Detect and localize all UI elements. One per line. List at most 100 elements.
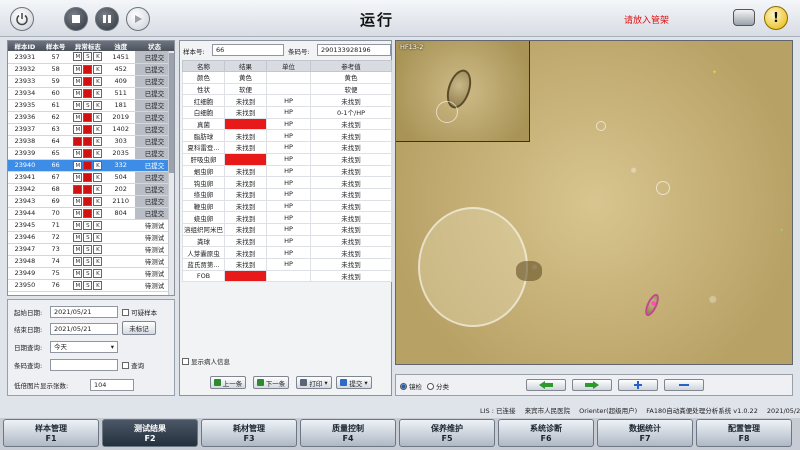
warning-icon[interactable]: ! — [764, 6, 788, 30]
table-row[interactable]: 23932 58 M S K 452 已提交 — [8, 63, 174, 76]
result-value-cell[interactable]: 未找到 — [224, 246, 267, 259]
end-date-input[interactable]: 2021/05/21 — [50, 323, 118, 335]
result-value-cell[interactable]: 黄色 — [224, 71, 267, 84]
scrollbar-thumb[interactable] — [169, 53, 174, 173]
start-button[interactable] — [126, 7, 150, 31]
table-row[interactable]: FOB 未找到 — [182, 269, 392, 283]
nav-tab-f5[interactable]: 保养维护 F5 — [399, 419, 495, 447]
col-header-sample-id[interactable]: 样本ID — [8, 41, 42, 51]
result-value-cell[interactable]: 未找到 — [224, 106, 267, 119]
table-row[interactable]: 23933 59 M S K 409 已提交 — [8, 75, 174, 88]
table-row[interactable]: 肝吸虫卵 HP 未找到 — [182, 152, 392, 166]
nav-tab-f8[interactable]: 配置管理 F8 — [696, 419, 792, 447]
zoom-in-button[interactable] — [618, 379, 658, 391]
table-row[interactable]: 23941 67 M S K 504 已提交 — [8, 171, 174, 184]
nav-tab-f7[interactable]: 数据统计 F7 — [597, 419, 693, 447]
unmarked-button[interactable]: 未标记 — [122, 321, 156, 335]
result-value-cell[interactable]: 未找到 — [224, 164, 267, 178]
table-row[interactable]: 钩虫卵 未找到 HP 未找到 — [182, 176, 392, 189]
table-row[interactable]: 23934 60 M S K 511 已提交 — [8, 87, 174, 100]
nav-tab-f3[interactable]: 耗材管理 F3 — [201, 419, 297, 447]
power-button[interactable] — [10, 7, 34, 31]
submit-button[interactable]: 提交 ▾ — [336, 376, 372, 389]
table-row[interactable]: 红细胞 未找到 HP 未找到 — [182, 94, 392, 108]
result-value-cell[interactable]: 未找到 — [224, 94, 267, 108]
result-value-cell[interactable]: 未找到 — [224, 258, 267, 271]
mode-class-radio[interactable] — [427, 382, 434, 390]
next-button[interactable]: 下一条 — [253, 376, 289, 389]
table-row[interactable]: 23945 71 M S K 待测试 — [8, 219, 174, 232]
print-button[interactable]: 打印 ▾ — [296, 376, 332, 389]
barcode-query-input[interactable] — [50, 359, 118, 371]
barcode-input[interactable]: 290133928196 — [317, 44, 391, 56]
col-header-sample-no[interactable]: 样本号 — [41, 41, 70, 51]
microscope-image-view[interactable]: HF13-2 ✦ ✦ ● — [395, 40, 793, 365]
date-query-select[interactable]: 今天 ▾ — [50, 341, 118, 353]
query-checkbox-row[interactable]: 查询 — [122, 359, 144, 371]
result-value-cell[interactable]: 未找到 — [224, 129, 267, 143]
table-row[interactable]: 23938 64 M S K 303 已提交 — [8, 135, 174, 148]
table-row[interactable]: 23943 69 M S K 2110 已提交 — [8, 195, 174, 208]
table-row[interactable]: 蓝氏贾第... 未找到 HP 未找到 — [182, 258, 392, 271]
table-row[interactable]: 23942 68 M S K 202 已提交 — [8, 183, 174, 196]
table-row[interactable]: 23947 73 M S K 待测试 — [8, 243, 174, 256]
result-value-cell[interactable]: 软便 — [224, 82, 267, 96]
result-value-cell[interactable] — [224, 269, 267, 283]
show-patient-checkbox[interactable] — [182, 357, 189, 365]
pause-button[interactable] — [95, 7, 119, 31]
zoom-inset[interactable]: HF13-2 — [396, 41, 530, 142]
min-count-input[interactable]: 104 — [90, 379, 134, 391]
table-row[interactable]: 性状 软便 软便 — [182, 82, 392, 96]
sample-list-scrollbar[interactable] — [168, 51, 174, 295]
zoom-out-button[interactable] — [664, 379, 704, 391]
table-row[interactable]: 脂肪球 未找到 HP 未找到 — [182, 129, 392, 143]
result-value-cell[interactable]: 未找到 — [224, 211, 267, 224]
next-image-button[interactable] — [572, 379, 612, 391]
col-header-status[interactable]: 状态 — [135, 41, 174, 51]
result-value-cell[interactable]: 未找到 — [224, 234, 267, 248]
show-patient-row[interactable]: 显示病人信息 — [182, 356, 230, 366]
result-value-cell[interactable] — [224, 152, 267, 166]
nav-tab-f4[interactable]: 质量控制 F4 — [300, 419, 396, 447]
result-value-cell[interactable]: 未找到 — [224, 176, 267, 189]
start-date-input[interactable]: 2021/05/21 — [50, 306, 118, 318]
result-value-cell[interactable]: 未找到 — [224, 187, 267, 201]
query-checkbox[interactable] — [122, 361, 129, 369]
stop-button[interactable] — [64, 7, 88, 31]
table-row[interactable]: 白细胞 未找到 HP 0-1个/HP — [182, 106, 392, 119]
sample-no-input[interactable]: 66 — [212, 44, 284, 56]
result-value-cell[interactable] — [224, 117, 267, 131]
table-row[interactable]: 人芽囊原虫 未找到 HP 未找到 — [182, 246, 392, 259]
table-row[interactable]: 23939 65 M S K 2035 已提交 — [8, 147, 174, 160]
table-row[interactable]: 蛔虫卵 未找到 HP 未找到 — [182, 164, 392, 178]
table-row[interactable]: 23937 63 M S K 1402 已提交 — [8, 123, 174, 136]
table-row[interactable]: 23944 70 M S K 804 已提交 — [8, 207, 174, 220]
mode-low-radio[interactable] — [400, 382, 407, 390]
col-header-turbidity[interactable]: 浊度 — [106, 41, 136, 51]
table-row[interactable]: 23935 61 M S K 181 已提交 — [8, 99, 174, 112]
table-row[interactable]: 溶组织阿米巴 未找到 HP 未找到 — [182, 222, 392, 236]
table-row[interactable]: 23946 72 M S K 待测试 — [8, 231, 174, 244]
nav-tab-f6[interactable]: 系统诊断 F6 — [498, 419, 594, 447]
prev-button[interactable]: 上一条 — [210, 376, 246, 389]
suspicious-checkbox-row[interactable]: 可疑样本 — [122, 306, 157, 318]
table-row[interactable]: 绦虫卵 未找到 HP 未找到 — [182, 187, 392, 201]
prev-image-button[interactable] — [526, 379, 566, 391]
table-row[interactable]: 鞭虫卵 未找到 HP 未找到 — [182, 199, 392, 213]
result-value-cell[interactable]: 未找到 — [224, 222, 267, 236]
result-value-cell[interactable]: 未找到 — [224, 141, 267, 154]
table-row[interactable]: 颜色 黄色 黄色 — [182, 71, 392, 84]
nav-tab-f2[interactable]: 测试结果 F2 — [102, 419, 198, 447]
table-row[interactable]: 23948 74 M S K 待测试 — [8, 255, 174, 268]
result-value-cell[interactable]: 未找到 — [224, 199, 267, 213]
hardware-status-icon[interactable] — [733, 9, 755, 26]
table-row[interactable]: 23940 66 M S K 332 已提交 — [8, 159, 174, 172]
table-row[interactable]: 23949 75 M S K 待测试 — [8, 267, 174, 280]
table-row[interactable]: 粪球 未找到 HP 未找到 — [182, 234, 392, 248]
table-row[interactable]: 夏科雷登... 未找到 HP 未找到 — [182, 141, 392, 154]
col-header-flags[interactable]: 异常标志 — [69, 41, 107, 51]
table-row[interactable]: 23931 57 M S K 1451 已提交 — [8, 51, 174, 64]
nav-tab-f1[interactable]: 样本管理 F1 — [3, 419, 99, 447]
table-row[interactable]: 蛲虫卵 未找到 HP 未找到 — [182, 211, 392, 224]
table-row[interactable]: 23936 62 M S K 2019 已提交 — [8, 111, 174, 124]
